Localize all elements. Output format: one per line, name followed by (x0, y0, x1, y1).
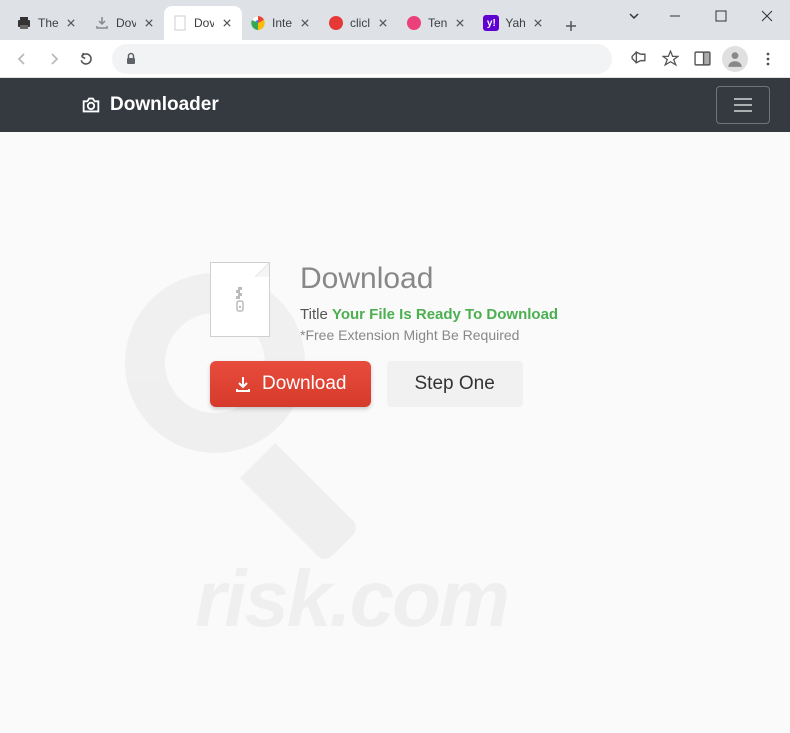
hamburger-icon (731, 93, 755, 117)
title-text: Your File Is Ready To Download (332, 306, 558, 323)
download-icon (234, 375, 252, 393)
tab-4[interactable]: clicl (320, 6, 398, 40)
navbar-brand[interactable]: Downloader (80, 94, 219, 116)
side-panel-button[interactable] (688, 45, 716, 73)
forward-button[interactable] (40, 45, 68, 73)
tab-6[interactable]: y! Yah (475, 6, 553, 40)
chrome-icon (250, 15, 266, 31)
step-one-button[interactable]: Step One (387, 361, 523, 407)
lock-icon (124, 52, 138, 66)
tab-3[interactable]: Inte (242, 6, 320, 40)
close-icon[interactable] (298, 16, 312, 30)
tab-title: Ten (428, 16, 447, 30)
zip-file-icon (210, 262, 270, 337)
close-icon[interactable] (376, 16, 390, 30)
card-heading: Download (300, 262, 558, 296)
page-content: risk.com Download Title Your File Is Rea… (0, 132, 790, 733)
tabs-dropdown-button[interactable] (616, 0, 652, 32)
menu-button[interactable] (754, 45, 782, 73)
tab-title: Dov (194, 16, 214, 30)
tab-title: Yah (505, 16, 525, 30)
profile-button[interactable] (722, 46, 748, 72)
tab-2-active[interactable]: Dov (164, 6, 242, 40)
close-icon[interactable] (220, 16, 234, 30)
tab-1[interactable]: Dov (86, 6, 164, 40)
minimize-button[interactable] (652, 0, 698, 32)
tab-title: clicl (350, 16, 370, 30)
tab-0[interactable]: The (8, 6, 86, 40)
camera-icon (80, 94, 102, 116)
download-button-label: Download (262, 373, 347, 395)
yahoo-icon: y! (483, 15, 499, 31)
bookmark-button[interactable] (656, 45, 684, 73)
blank-file-icon (172, 15, 188, 31)
brand-text: Downloader (110, 94, 219, 116)
close-window-button[interactable] (744, 0, 790, 32)
close-icon[interactable] (531, 16, 545, 30)
navbar-toggler[interactable] (716, 86, 770, 124)
tab-title: The (38, 16, 58, 30)
maximize-button[interactable] (698, 0, 744, 32)
tab-title: Inte (272, 16, 292, 30)
tab-title: Dov (116, 16, 136, 30)
watermark: risk.com (45, 183, 745, 683)
reload-button[interactable] (72, 45, 100, 73)
share-button[interactable] (624, 45, 652, 73)
close-icon[interactable] (64, 16, 78, 30)
red-circle-icon (328, 15, 344, 31)
download-icon (94, 15, 110, 31)
address-bar[interactable] (112, 44, 612, 74)
download-card: Download Title Your File Is Ready To Dow… (210, 262, 558, 407)
card-title-line: Title Your File Is Ready To Download (300, 306, 558, 323)
title-label: Title (300, 306, 328, 323)
pink-circle-icon (406, 15, 422, 31)
download-button[interactable]: Download (210, 361, 371, 407)
browser-toolbar (0, 40, 790, 78)
back-button[interactable] (8, 45, 36, 73)
close-icon[interactable] (142, 16, 156, 30)
printer-icon (16, 15, 32, 31)
window-controls (616, 0, 790, 32)
new-tab-button[interactable] (557, 12, 585, 40)
tab-5[interactable]: Ten (398, 6, 475, 40)
dots-vertical-icon (760, 51, 776, 67)
close-icon[interactable] (453, 16, 467, 30)
page-navbar: Downloader (0, 78, 790, 132)
card-note: *Free Extension Might Be Required (300, 327, 558, 343)
step-button-label: Step One (415, 373, 495, 394)
person-icon (726, 50, 744, 68)
